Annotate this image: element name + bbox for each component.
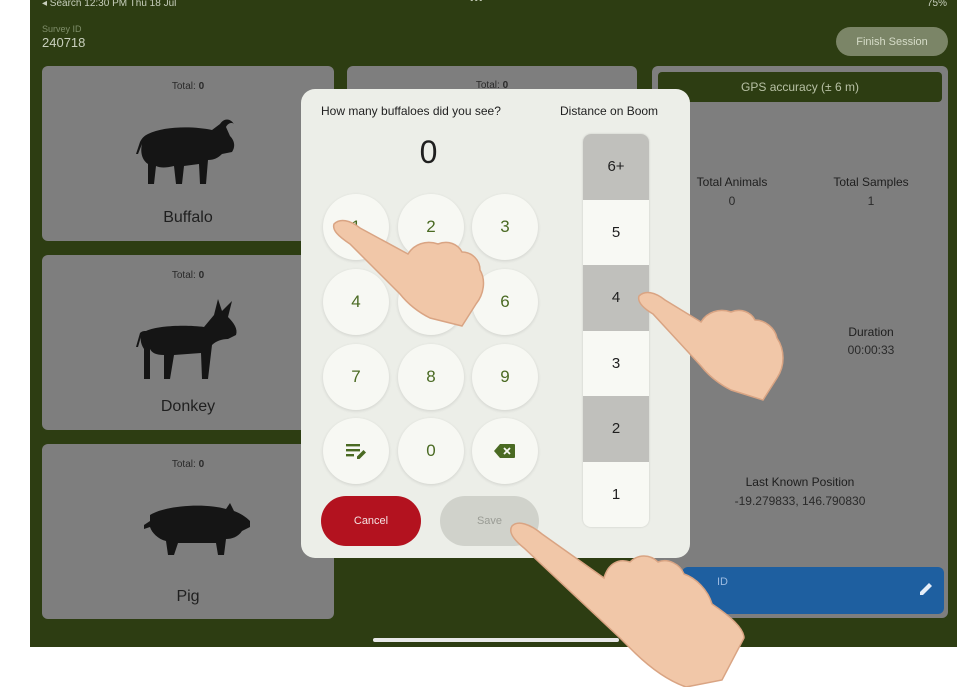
total-label: Total: — [171, 270, 196, 281]
total-label: Total: — [171, 459, 196, 470]
pointing-hand-icon — [510, 522, 745, 687]
edit-notes-icon — [346, 444, 366, 459]
total-samples-label: Total Samples — [833, 175, 909, 189]
survey-id-label: Survey ID — [42, 24, 82, 34]
status-bar: ◂ Search 12:30 PM Thu 18 Jul ••• 75% — [42, 0, 947, 12]
survey-id-value: 240718 — [42, 35, 86, 50]
total-animals-value: 0 — [728, 194, 736, 208]
status-left: ◂ Search 12:30 PM Thu 18 Jul — [42, 0, 177, 9]
boom-option-5[interactable]: 5 — [583, 200, 649, 266]
total-label: Total: — [171, 81, 196, 92]
key-0[interactable]: 0 — [398, 418, 464, 484]
pointing-hand-icon — [637, 291, 784, 401]
card-total: Total: 0 — [42, 270, 334, 281]
card-total: Total: 0 — [42, 81, 334, 92]
animal-card-buffalo[interactable]: Total: 0 Buffalo — [42, 66, 334, 241]
count-display: 0 — [419, 134, 438, 170]
pig-icon — [144, 503, 250, 555]
count-question: How many buffaloes did you see? — [321, 104, 501, 118]
animal-name: Buffalo — [163, 209, 213, 226]
last-known-position-label: Last Known Position — [745, 475, 855, 489]
boom-option-2[interactable]: 2 — [583, 396, 649, 462]
last-known-position-value: -19.279833, 146.790830 — [734, 494, 866, 508]
backspace-key[interactable] — [472, 418, 538, 484]
buffalo-icon — [136, 119, 235, 184]
key-9[interactable]: 9 — [472, 344, 538, 410]
key-8[interactable]: 8 — [398, 344, 464, 410]
animal-name: Donkey — [160, 398, 216, 415]
duration-label: Duration — [848, 325, 894, 339]
total-samples-value: 1 — [867, 194, 875, 208]
donkey-icon — [136, 299, 237, 379]
backspace-icon — [494, 444, 515, 458]
pointing-hand-icon — [332, 219, 485, 327]
distance-on-boom-title: Distance on Boom — [560, 104, 659, 118]
boom-option-1[interactable]: 1 — [583, 462, 649, 528]
edit-pencil-icon[interactable] — [918, 581, 934, 597]
total-animals-label: Total Animals — [696, 175, 768, 189]
finish-session-button[interactable]: Finish Session — [836, 27, 948, 56]
cancel-button[interactable]: Cancel — [321, 496, 421, 546]
notes-key[interactable] — [323, 418, 389, 484]
total-value: 0 — [198, 81, 205, 92]
gps-accuracy-bar: GPS accuracy (± 6 m) — [658, 72, 942, 102]
key-7[interactable]: 7 — [323, 344, 389, 410]
animal-card-pig[interactable]: Total: 0 Pig — [42, 444, 334, 619]
status-dots: ••• — [470, 0, 484, 6]
animal-name: Pig — [176, 588, 200, 605]
duration-value: 00:00:33 — [847, 343, 895, 357]
animal-card-donkey[interactable]: Total: 0 Donkey — [42, 255, 334, 430]
total-value: 0 — [198, 270, 205, 281]
boom-option-6-plus[interactable]: 6+ — [583, 134, 649, 200]
card-total: Total: 0 — [42, 459, 334, 470]
total-value: 0 — [198, 459, 205, 470]
battery-percent: 75% — [926, 0, 947, 9]
